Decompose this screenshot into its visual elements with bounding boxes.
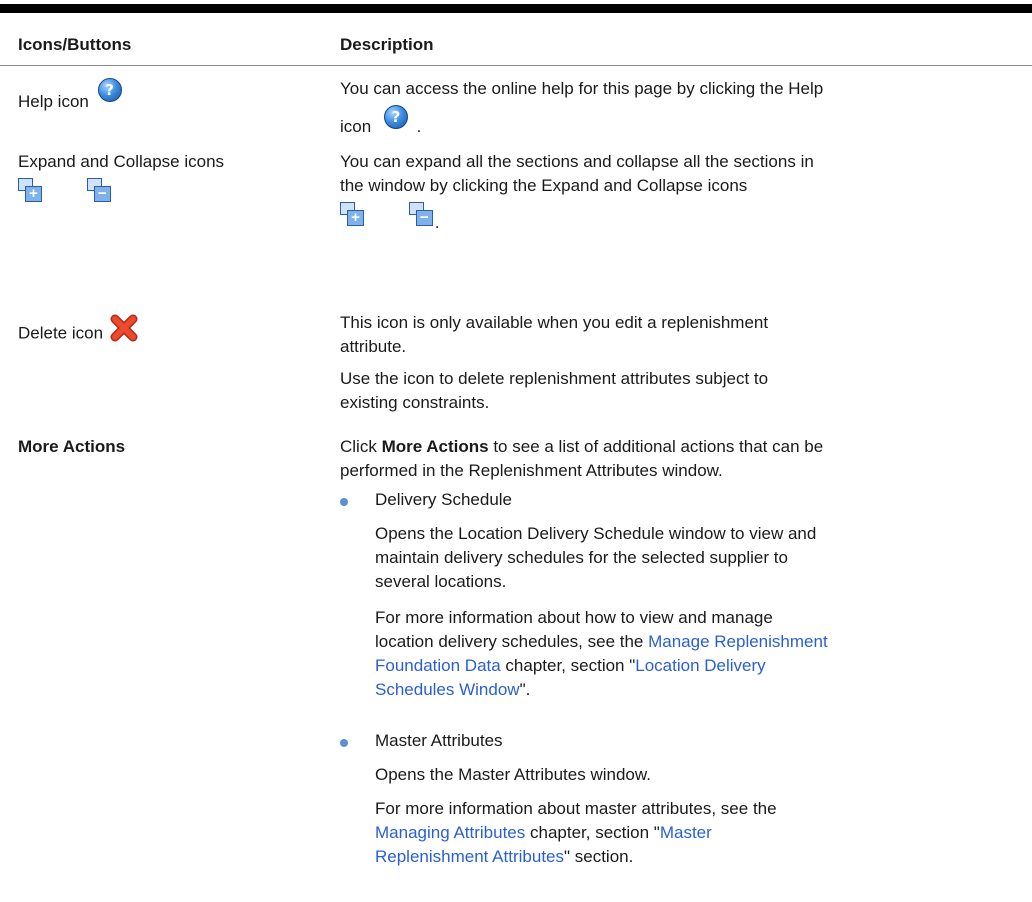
delivery-more-line4: Schedules Window". bbox=[375, 678, 1030, 702]
header-icons-buttons: Icons/Buttons bbox=[18, 35, 132, 54]
row-help-description: You can access the online help for this … bbox=[340, 77, 1030, 139]
delivery-more-line1: For more information about how to view a… bbox=[375, 608, 773, 627]
more-intro-line1: Click More Actions to see a list of addi… bbox=[340, 435, 1030, 459]
bullet-delivery-schedule bbox=[340, 498, 348, 506]
documentation-table: Icons/Buttons Description Help icon ? Yo… bbox=[0, 0, 1032, 902]
delete-desc1-line1: This icon is only available when you edi… bbox=[340, 313, 769, 332]
row-expand-description: You can expand all the sections and coll… bbox=[340, 150, 1030, 235]
more-intro-line2: performed in the Replenishment Attribute… bbox=[340, 461, 723, 480]
help-label-text: Help icon bbox=[18, 92, 89, 111]
link-master-replenishment-attributes[interactable]: Master bbox=[660, 823, 712, 842]
delivery-desc-line2: maintain delivery schedules for the sele… bbox=[375, 548, 788, 567]
link-managing-attributes[interactable]: Managing Attributes bbox=[375, 823, 525, 842]
delete-desc1-line2: attribute. bbox=[340, 337, 407, 356]
row-more-actions-label: More Actions bbox=[18, 437, 126, 456]
collapse-all-icon[interactable]: − bbox=[86, 178, 113, 204]
expand-desc-line2: the window by clicking the Expand and Co… bbox=[340, 176, 748, 195]
help-icon-inline[interactable]: ? bbox=[383, 105, 408, 129]
delivery-more-line2: location delivery schedules, see the Man… bbox=[375, 630, 1030, 654]
row-help-label: Help icon ? bbox=[18, 78, 122, 114]
master-attributes-title: Master Attributes bbox=[375, 731, 503, 750]
link-master-replenishment-attributes-cont[interactable]: Replenishment Attributes bbox=[375, 847, 564, 866]
delete-label-text: Delete icon bbox=[18, 323, 104, 343]
delivery-more-mid: chapter, section " bbox=[500, 656, 636, 675]
row-expand-label: Expand and Collapse icons + − bbox=[18, 150, 224, 211]
help-desc-line2: icon ? . bbox=[340, 105, 1030, 139]
delivery-desc-line3: several locations. bbox=[375, 572, 507, 591]
table-header: Icons/Buttons Description bbox=[0, 13, 1032, 66]
expand-desc-icons: + − . bbox=[340, 202, 1030, 235]
delivery-more-info: For more information about how to view a… bbox=[375, 606, 1030, 702]
help-desc-period: . bbox=[416, 117, 422, 136]
bullet-master-attributes bbox=[340, 739, 348, 747]
delete-desc2-line2: existing constraints. bbox=[340, 393, 490, 412]
help-icon[interactable]: ? bbox=[97, 78, 122, 102]
delivery-more-end: ". bbox=[519, 680, 531, 699]
top-rule bbox=[0, 4, 1032, 13]
master-more-line1: For more information about master attrib… bbox=[375, 799, 777, 818]
delete-icon[interactable] bbox=[110, 314, 138, 342]
delivery-more-pre: location delivery schedules, see the bbox=[375, 632, 649, 651]
master-more-line3: Replenishment Attributes" section. bbox=[375, 845, 1030, 869]
delivery-desc-line1: Opens the Location Delivery Schedule win… bbox=[375, 524, 817, 543]
link-location-delivery-schedules-window-cont[interactable]: Schedules Window bbox=[375, 680, 520, 699]
delivery-more-line3: Foundation Data chapter, section "Locati… bbox=[375, 654, 1030, 678]
row-delete-label: Delete icon bbox=[18, 314, 138, 348]
master-more-mid: chapter, section " bbox=[525, 823, 660, 842]
more-intro-rest: to see a list of additional actions that… bbox=[488, 437, 824, 456]
expand-collapse-icons: + − bbox=[18, 178, 224, 211]
expand-all-icon[interactable]: + bbox=[18, 178, 44, 204]
master-more-line2: Managing Attributes chapter, section "Ma… bbox=[375, 821, 1030, 845]
delivery-schedule-title: Delivery Schedule bbox=[375, 490, 513, 509]
link-manage-replenishment-foundation-data-cont[interactable]: Foundation Data bbox=[375, 656, 501, 675]
link-location-delivery-schedules-window[interactable]: Location Delivery bbox=[635, 656, 765, 675]
expand-all-icon-inline[interactable]: + bbox=[340, 202, 366, 228]
row-delete-description: This icon is only available when you edi… bbox=[340, 311, 1030, 415]
expand-desc-period: . bbox=[434, 213, 440, 232]
expand-collapse-label-text: Expand and Collapse icons bbox=[18, 152, 225, 171]
expand-desc-line1: You can expand all the sections and coll… bbox=[340, 152, 814, 171]
more-intro-click: Click bbox=[340, 437, 382, 456]
master-attributes-item: Master Attributes Opens the Master Attri… bbox=[375, 729, 1030, 869]
delivery-schedule-item: Delivery Schedule Opens the Location Del… bbox=[375, 488, 1030, 702]
delete-desc2-line1: Use the icon to delete replenishment att… bbox=[340, 369, 769, 388]
header-description: Description bbox=[340, 35, 434, 54]
link-manage-replenishment-foundation-data[interactable]: Manage Replenishment bbox=[648, 632, 828, 651]
collapse-all-icon-inline[interactable]: − bbox=[408, 202, 435, 228]
delivery-schedule-desc: Opens the Location Delivery Schedule win… bbox=[375, 522, 1030, 594]
header-rule bbox=[0, 65, 1032, 66]
master-attributes-desc: Opens the Master Attributes window. bbox=[375, 765, 651, 784]
row-more-actions-description: Click More Actions to see a list of addi… bbox=[340, 435, 1030, 483]
help-desc-line1: You can access the online help for this … bbox=[340, 79, 824, 98]
help-desc-icon-word: icon bbox=[340, 117, 372, 136]
master-more-info: For more information about master attrib… bbox=[375, 797, 1030, 869]
master-more-end: " section. bbox=[564, 847, 634, 866]
more-actions-bold: More Actions bbox=[381, 437, 489, 456]
